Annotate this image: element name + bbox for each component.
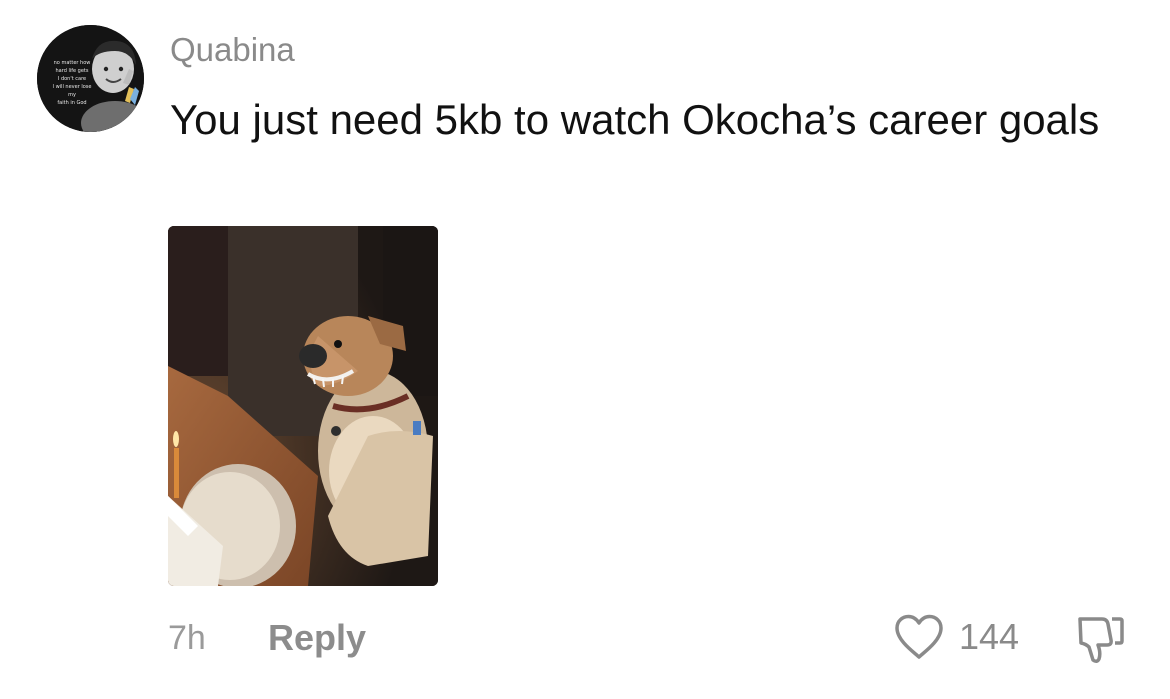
avatar[interactable]: no matter how hard life gets I don't car… [37,25,144,132]
comment-media-image[interactable] [168,226,438,586]
reply-button[interactable]: Reply [268,616,366,660]
heart-outline-icon [895,614,943,659]
comment-text: You just need 5kb to watch Okocha’s care… [170,96,1100,143]
comment-username[interactable]: Quabina [170,28,295,72]
dog-cake-photo [168,226,438,586]
avatar-caption: no matter how hard life gets I don't car… [52,60,92,106]
like-button[interactable]: 144 [893,613,1019,661]
comment-timestamp: 7h [168,619,206,657]
thumbs-down-outline-icon [1078,617,1124,664]
dislike-button[interactable] [1072,613,1126,670]
like-count: 144 [959,616,1020,657]
comment-item: no matter how hard life gets I don't car… [0,0,1170,699]
